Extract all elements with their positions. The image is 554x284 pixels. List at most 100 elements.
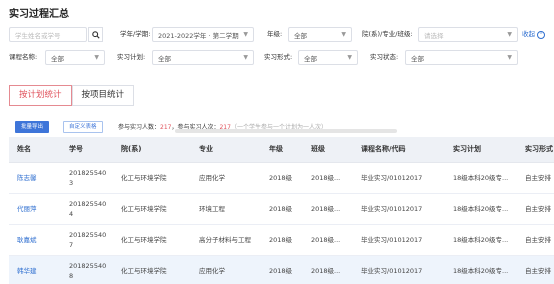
form-cell: 自主安排 — [517, 162, 554, 194]
search-button[interactable] — [88, 27, 103, 42]
col-header-plan[interactable]: 实习计划 — [445, 137, 517, 163]
student-id-line2: 4 — [69, 209, 74, 218]
class-cell: 2018级... — [303, 193, 353, 225]
student-name-link[interactable]: 代丽萍 — [9, 193, 61, 225]
table-row[interactable]: 陈志馨 201825540 3 化工与环境学院 应用化学 2018级 2018级.… — [9, 162, 554, 194]
form-cell: 自主安排 — [517, 224, 554, 256]
col-header-grade[interactable]: 年级 — [261, 137, 303, 163]
table-row[interactable]: 韩华建 201825540 8 化工与环境学院 应用化学 2018级 2018级.… — [9, 255, 554, 284]
col-header-form[interactable]: 实习形式 — [517, 137, 554, 163]
plan-cell: 18级本科20级专... — [445, 193, 517, 225]
grade-select[interactable]: 全部 ▼ — [288, 27, 352, 42]
dept-cell: 化工与环境学院 — [113, 162, 191, 194]
student-id-line1: 201825540 — [69, 261, 107, 270]
grade-cell: 2018级 — [261, 193, 303, 225]
grade-value: 全部 — [294, 31, 307, 40]
term-label: 学年/学期: — [120, 30, 151, 38]
dept-cascader[interactable]: 请选择 ▼ — [418, 27, 518, 42]
grade-label: 年级: — [267, 30, 283, 38]
chevron-down-icon: ▼ — [347, 54, 352, 61]
custom-table-button[interactable]: 自定义表格 — [63, 121, 103, 133]
class-cell: 2018级... — [303, 224, 353, 256]
form-cell: 自主安排 — [517, 255, 554, 284]
plan-value: 全部 — [158, 54, 171, 63]
chevron-down-icon: ▼ — [507, 31, 512, 38]
class-cell: 2018级... — [303, 255, 353, 284]
student-id-line2: 3 — [69, 178, 74, 187]
table-row[interactable]: 耿嘉斌 201825540 7 化工与环境学院 高分子材料与工程 2018级 20… — [9, 224, 554, 256]
status-select[interactable]: 全部 ▼ — [405, 50, 518, 65]
horizontal-scrollbar[interactable] — [175, 129, 397, 133]
plan-label: 实习计划: — [117, 53, 146, 61]
col-header-dept[interactable]: 院(系) — [113, 137, 191, 163]
student-name-link[interactable]: 耿嘉斌 — [9, 224, 61, 256]
tab-by-plan[interactable]: 按计划统计 — [9, 85, 72, 106]
col-header-course[interactable]: 课程名称/代码 — [353, 137, 445, 163]
student-id-line1: 201825540 — [69, 230, 107, 239]
form-select[interactable]: 全部 ▼ — [298, 50, 358, 65]
plan-cell: 18级本科20级专... — [445, 162, 517, 194]
collapse-link[interactable]: 收起 ⌃ — [522, 27, 546, 42]
student-id: 201825540 4 — [61, 193, 113, 225]
student-name-link[interactable]: 韩华建 — [9, 255, 61, 284]
form-value: 全部 — [304, 54, 317, 63]
search-placeholder: 学生姓名或学号 — [15, 31, 61, 40]
course-cell: 毕业实习/01012017 — [353, 162, 445, 194]
dept-label: 院(系)/专业/班级: — [362, 30, 413, 38]
plan-cell: 18级本科20级专... — [445, 255, 517, 284]
col-header-class[interactable]: 班级 — [303, 137, 353, 163]
plan-cell: 18级本科20级专... — [445, 224, 517, 256]
table-header-row: 姓名 学号 院(系) 专业 年级 班级 课程名称/代码 实习计划 实习形式 — [9, 137, 554, 163]
term-value: 2021-2022学年 · 第二学期 — [158, 31, 239, 40]
chevron-down-icon: ▼ — [341, 31, 346, 38]
student-id: 201825540 7 — [61, 224, 113, 256]
search-input[interactable]: 学生姓名或学号 — [9, 27, 87, 42]
grade-cell: 2018级 — [261, 162, 303, 194]
form-cell: 自主安排 — [517, 193, 554, 225]
course-value: 全部 — [51, 54, 64, 63]
course-cell: 毕业实习/01012017 — [353, 224, 445, 256]
stats-people: 217 — [160, 124, 172, 131]
grade-cell: 2018级 — [261, 255, 303, 284]
status-value: 全部 — [411, 54, 424, 63]
student-id-line2: 8 — [69, 271, 74, 280]
course-cell: 毕业实习/01012017 — [353, 193, 445, 225]
student-id-line1: 201825540 — [69, 168, 107, 177]
col-header-name[interactable]: 姓名 — [9, 137, 61, 163]
tab-by-project[interactable]: 按项目统计 — [71, 85, 135, 106]
major-cell: 高分子材料与工程 — [191, 224, 261, 256]
dept-cell: 化工与环境学院 — [113, 224, 191, 256]
chevron-down-icon: ▼ — [243, 31, 248, 38]
course-label: 课程名称: — [9, 53, 38, 61]
course-select[interactable]: 全部 ▼ — [45, 50, 105, 65]
col-header-major[interactable]: 专业 — [191, 137, 261, 163]
chevron-down-icon: ▼ — [507, 54, 512, 61]
form-label: 实习形式: — [264, 53, 293, 61]
table-row[interactable]: 代丽萍 201825540 4 化工与环境学院 环境工程 2018级 2018级.… — [9, 193, 554, 225]
page-title: 实习过程汇总 — [9, 9, 69, 20]
col-header-id[interactable]: 学号 — [61, 137, 113, 163]
major-cell: 应用化学 — [191, 162, 261, 194]
student-id-line2: 7 — [69, 240, 74, 249]
collapse-label: 收起 — [522, 30, 535, 38]
major-cell: 环境工程 — [191, 193, 261, 225]
stats-prefix: 参与实习人数： — [118, 124, 161, 131]
student-id: 201825540 3 — [61, 162, 113, 194]
chevron-down-icon: ▼ — [243, 54, 248, 61]
dept-cell: 化工与环境学院 — [113, 193, 191, 225]
course-cell: 毕业实习/01012017 — [353, 255, 445, 284]
search-icon — [91, 30, 100, 39]
results-table: 姓名 学号 院(系) 专业 年级 班级 课程名称/代码 实习计划 实习形式 陈志… — [9, 137, 554, 284]
chevron-up-icon: ⌃ — [537, 31, 546, 39]
student-id: 201825540 8 — [61, 255, 113, 284]
dept-placeholder: 请选择 — [424, 31, 444, 40]
student-name-link[interactable]: 陈志馨 — [9, 162, 61, 194]
chevron-down-icon: ▼ — [94, 54, 99, 61]
export-button[interactable]: 批量导出 — [15, 121, 50, 133]
class-cell: 2018级... — [303, 162, 353, 194]
dept-cell: 化工与环境学院 — [113, 255, 191, 284]
plan-select[interactable]: 全部 ▼ — [152, 50, 254, 65]
major-cell: 应用化学 — [191, 255, 261, 284]
grade-cell: 2018级 — [261, 224, 303, 256]
term-select[interactable]: 2021-2022学年 · 第二学期 ▼ — [152, 27, 254, 42]
